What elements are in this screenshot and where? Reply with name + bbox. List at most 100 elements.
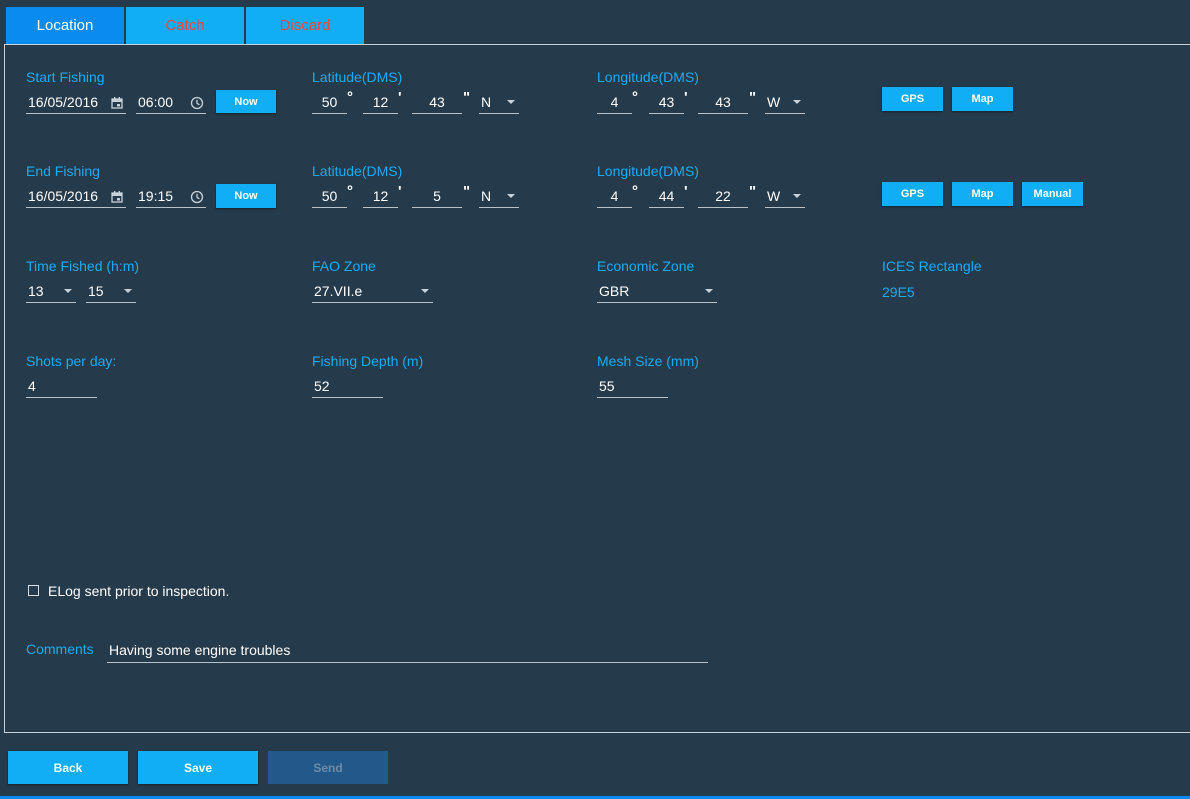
end-lat-hemisphere-select[interactable]: N xyxy=(479,186,519,208)
end-gps-button[interactable]: GPS xyxy=(882,182,943,206)
end-manual-button[interactable]: Manual xyxy=(1022,182,1083,206)
minute-symbol: ' xyxy=(398,183,402,200)
economic-zone-select[interactable]: GBR xyxy=(597,281,717,303)
start-lat-minutes-field[interactable]: 12 xyxy=(363,92,398,114)
end-now-button[interactable]: Now xyxy=(216,184,276,208)
chevron-down-icon xyxy=(64,289,72,293)
start-lat-degrees-value: 50 xyxy=(321,94,338,110)
start-lat-hemisphere-select[interactable]: N xyxy=(479,92,519,114)
end-lat-degrees-field[interactable]: 50 xyxy=(312,186,347,208)
start-now-button[interactable]: Now xyxy=(216,90,276,113)
end-date-value: 16/05/2016 xyxy=(28,188,99,204)
fishing-depth-label: Fishing Depth (m) xyxy=(312,353,424,369)
start-lon-degrees-field[interactable]: 4 xyxy=(597,92,632,114)
degree-symbol: ° xyxy=(347,89,353,106)
end-lon-hemisphere-select[interactable]: W xyxy=(765,186,805,208)
shots-per-day-label: Shots per day: xyxy=(26,353,117,369)
start-lon-seconds-field[interactable]: 43 xyxy=(698,92,748,114)
end-lon-degrees-field[interactable]: 4 xyxy=(597,186,632,208)
second-symbol: " xyxy=(463,183,471,200)
chevron-down-icon xyxy=(705,289,713,293)
calendar-icon[interactable] xyxy=(110,190,124,204)
start-lon-hemisphere-select[interactable]: W xyxy=(765,92,805,114)
end-lon-minutes-field[interactable]: 44 xyxy=(649,186,684,208)
time-fished-hours-value: 13 xyxy=(28,283,44,299)
end-lon-seconds-field[interactable]: 22 xyxy=(698,186,748,208)
second-symbol: " xyxy=(463,89,471,106)
fao-zone-value: 27.VII.e xyxy=(314,283,363,299)
fishing-depth-value: 52 xyxy=(314,378,330,394)
end-map-button[interactable]: Map xyxy=(952,182,1013,206)
chevron-down-icon xyxy=(124,289,132,293)
end-fishing-label: End Fishing xyxy=(26,163,100,179)
back-button[interactable]: Back xyxy=(8,751,128,784)
time-fished-minutes-select[interactable]: 15 xyxy=(86,281,136,303)
degree-symbol: ° xyxy=(632,89,638,106)
mesh-size-label: Mesh Size (mm) xyxy=(597,353,699,369)
elog-checkbox-icon[interactable] xyxy=(28,585,39,596)
start-lat-seconds-value: 43 xyxy=(429,94,445,110)
end-lat-degrees-value: 50 xyxy=(321,188,338,204)
start-lon-minutes-field[interactable]: 43 xyxy=(649,92,684,114)
tab-discard[interactable]: Discard xyxy=(246,7,364,44)
start-date-field[interactable]: 16/05/2016 xyxy=(26,92,126,114)
start-gps-button[interactable]: GPS xyxy=(882,87,943,111)
mesh-size-value: 55 xyxy=(599,378,615,394)
degree-symbol: ° xyxy=(347,183,353,200)
end-longitude-label: Longitude(DMS) xyxy=(597,163,699,179)
fao-zone-select[interactable]: 27.VII.e xyxy=(312,281,433,303)
comments-value: Having some engine troubles xyxy=(109,642,291,658)
time-fished-label: Time Fished (h:m) xyxy=(26,258,140,274)
comments-input[interactable]: Having some engine troubles xyxy=(107,640,708,663)
elog-checkbox-label[interactable]: ELog sent prior to inspection. xyxy=(48,583,229,599)
calendar-icon[interactable] xyxy=(110,96,124,110)
tab-catch[interactable]: Catch xyxy=(126,7,244,44)
start-lat-seconds-field[interactable]: 43 xyxy=(412,92,462,114)
minute-symbol: ' xyxy=(398,89,402,106)
chevron-down-icon xyxy=(793,194,801,198)
end-latitude-label: Latitude(DMS) xyxy=(312,163,403,179)
end-lat-seconds-field[interactable]: 5 xyxy=(412,186,462,208)
clock-icon[interactable] xyxy=(190,96,204,110)
mesh-size-field[interactable]: 55 xyxy=(597,376,668,398)
start-time-value: 06:00 xyxy=(138,94,174,110)
economic-zone-label: Economic Zone xyxy=(597,258,695,274)
start-lat-hemisphere-value: N xyxy=(481,94,492,110)
chevron-down-icon xyxy=(507,100,515,104)
start-map-button[interactable]: Map xyxy=(952,87,1013,111)
fishing-depth-field[interactable]: 52 xyxy=(312,376,383,398)
time-fished-hours-select[interactable]: 13 xyxy=(26,281,76,303)
minute-symbol: ' xyxy=(684,183,688,200)
end-date-field[interactable]: 16/05/2016 xyxy=(26,186,126,208)
comments-label: Comments xyxy=(26,641,94,657)
start-time-field[interactable]: 06:00 xyxy=(136,92,206,114)
end-lon-hemisphere-value: W xyxy=(767,188,781,204)
shots-per-day-field[interactable]: 4 xyxy=(26,376,97,398)
economic-zone-value: GBR xyxy=(599,283,630,299)
end-lon-seconds-value: 22 xyxy=(715,188,731,204)
end-lat-minutes-value: 12 xyxy=(372,188,389,204)
degree-symbol: ° xyxy=(632,183,638,200)
start-lon-hemisphere-value: W xyxy=(767,94,781,110)
end-lon-degrees-value: 4 xyxy=(610,188,619,204)
send-button[interactable]: Send xyxy=(268,751,388,784)
fao-zone-label: FAO Zone xyxy=(312,258,376,274)
chevron-down-icon xyxy=(507,194,515,198)
start-latitude-label: Latitude(DMS) xyxy=(312,69,403,85)
start-lon-minutes-value: 43 xyxy=(658,94,675,110)
chevron-down-icon xyxy=(793,100,801,104)
start-longitude-label: Longitude(DMS) xyxy=(597,69,699,85)
tab-location[interactable]: Location xyxy=(6,7,124,44)
start-lat-minutes-value: 12 xyxy=(372,94,389,110)
start-lon-seconds-value: 43 xyxy=(715,94,731,110)
shots-per-day-value: 4 xyxy=(28,378,36,394)
end-lat-hemisphere-value: N xyxy=(481,188,492,204)
clock-icon[interactable] xyxy=(190,190,204,204)
start-lat-degrees-field[interactable]: 50 xyxy=(312,92,347,114)
end-lon-minutes-value: 44 xyxy=(658,188,675,204)
end-time-field[interactable]: 19:15 xyxy=(136,186,206,208)
start-lon-degrees-value: 4 xyxy=(610,94,619,110)
save-button[interactable]: Save xyxy=(138,751,258,784)
end-lat-minutes-field[interactable]: 12 xyxy=(363,186,398,208)
ices-rectangle-label: ICES Rectangle xyxy=(882,258,982,274)
